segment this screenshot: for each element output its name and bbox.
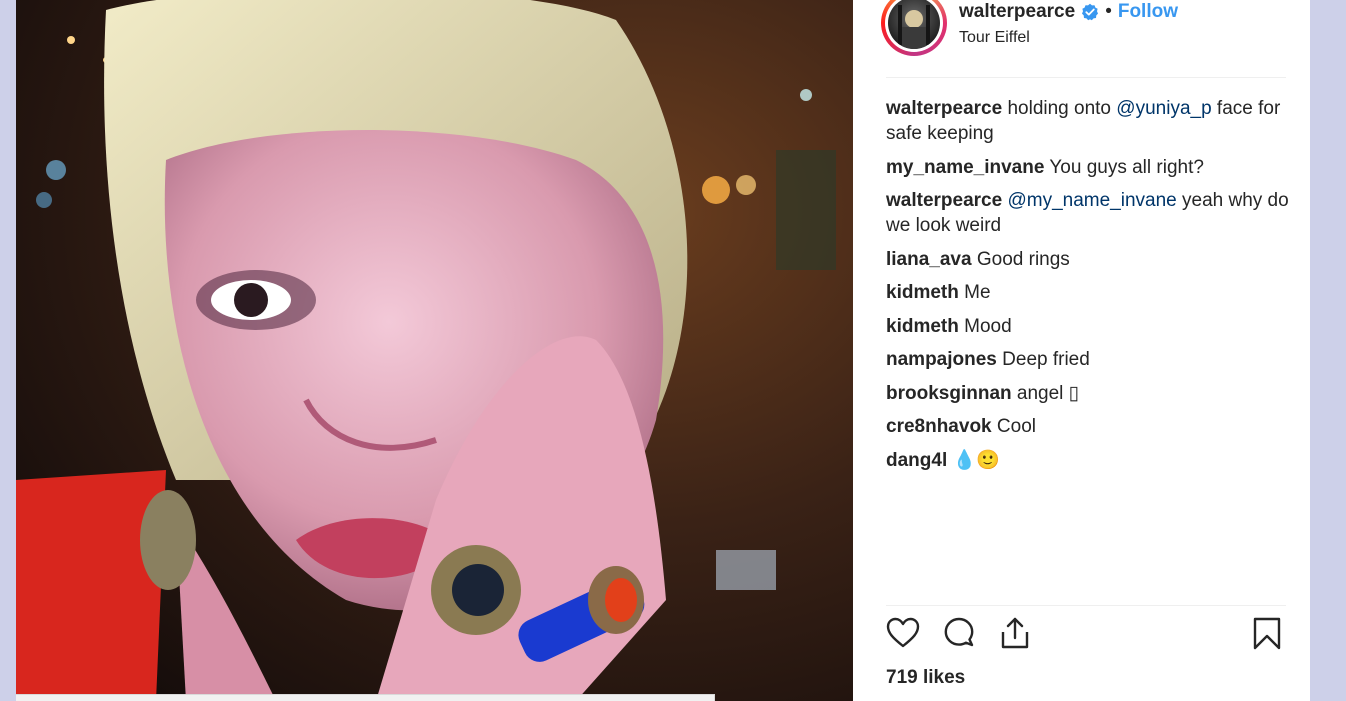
avatar-image <box>888 0 940 49</box>
comment-icon <box>944 617 974 647</box>
browser-status-bar <box>16 694 715 701</box>
comment-author[interactable]: my_name_invane <box>886 157 1044 178</box>
share-icon <box>1001 617 1029 649</box>
comment-text: holding onto <box>1007 98 1117 119</box>
comment-author[interactable]: kidmeth <box>886 316 959 337</box>
instagram-post: walterpearce • Follow Tour Eiffel walter… <box>16 0 1310 701</box>
comment-author[interactable]: cre8nhavok <box>886 416 992 437</box>
comment-text: 💧🙂 <box>952 448 1000 471</box>
comment: dang4l 💧🙂 <box>886 448 1296 473</box>
post-header: walterpearce • Follow Tour Eiffel <box>881 0 1286 77</box>
comment: kidmeth Me <box>886 280 1296 305</box>
follow-button[interactable]: Follow <box>1118 1 1178 23</box>
comment: liana_ava Good rings <box>886 247 1296 272</box>
comment-text: You guys all right? <box>1049 156 1204 178</box>
location-link[interactable]: Tour Eiffel <box>959 29 1030 47</box>
comment-author[interactable]: nampajones <box>886 349 997 370</box>
comment: nampajones Deep fried <box>886 347 1296 372</box>
comments-list: walterpearce holding onto @yuniya_p face… <box>886 96 1296 481</box>
comment-text: Me <box>964 282 991 303</box>
comment-author[interactable]: liana_ava <box>886 249 972 270</box>
comment-text: Deep fried <box>1002 349 1090 370</box>
post-actions <box>886 616 1286 656</box>
comment-author[interactable]: walterpearce <box>886 190 1002 211</box>
comment: my_name_invane You guys all right? <box>886 155 1296 180</box>
comment: kidmeth Mood <box>886 314 1296 339</box>
header-divider <box>886 77 1286 78</box>
verified-icon <box>1081 3 1099 21</box>
comment-text: angel ▯ <box>1016 382 1080 404</box>
comment-text: Cool <box>996 416 1036 437</box>
post-sidebar: walterpearce • Follow Tour Eiffel walter… <box>853 0 1310 701</box>
comment: walterpearce @my_name_invane yeah why do… <box>886 188 1296 238</box>
save-button[interactable] <box>1250 616 1286 656</box>
avatar[interactable] <box>885 0 943 52</box>
mention-link[interactable]: @yuniya_p <box>1116 98 1211 119</box>
comment-author[interactable]: walterpearce <box>886 98 1002 119</box>
bookmark-icon <box>1253 617 1281 650</box>
mention-link[interactable]: @my_name_invane <box>1007 190 1176 211</box>
actions-divider <box>886 605 1286 606</box>
header-separator: • <box>1105 1 1112 22</box>
heart-icon <box>886 617 920 648</box>
like-button[interactable] <box>886 616 922 656</box>
comment-author[interactable]: kidmeth <box>886 282 959 303</box>
comment: cre8nhavok Cool <box>886 414 1296 439</box>
comment: brooksginnan angel ▯ <box>886 381 1296 406</box>
username-link[interactable]: walterpearce <box>959 1 1075 23</box>
avatar-ring[interactable] <box>881 0 947 56</box>
likes-count[interactable]: 719 likes <box>886 667 965 689</box>
comment-author[interactable]: dang4l <box>886 450 947 471</box>
comment-text: Good rings <box>976 248 1070 270</box>
post-photo[interactable] <box>16 0 853 701</box>
comment-text: Mood <box>964 315 1012 337</box>
post-image <box>16 0 853 701</box>
share-button[interactable] <box>998 616 1034 656</box>
header-title-row: walterpearce • Follow <box>959 1 1178 23</box>
comment-author[interactable]: brooksginnan <box>886 383 1012 404</box>
comment-button[interactable] <box>942 616 978 656</box>
comment: walterpearce holding onto @yuniya_p face… <box>886 96 1296 146</box>
